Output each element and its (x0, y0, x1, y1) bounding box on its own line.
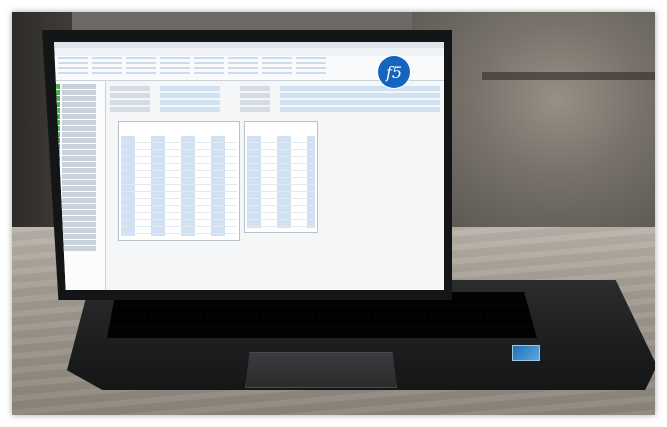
tree-item (56, 144, 103, 149)
tree-item (56, 192, 103, 197)
tree-item (56, 216, 103, 221)
tree-item (56, 120, 103, 125)
laptop-trackpad (245, 352, 397, 388)
tree-item (56, 156, 103, 161)
tree-item (56, 198, 103, 203)
form-row (110, 100, 440, 105)
tree-item (56, 102, 103, 107)
laptop-photo: f5 (12, 12, 655, 415)
tree-item (56, 228, 103, 233)
logo-text: f5 (385, 62, 403, 82)
ribbon-group (194, 57, 224, 77)
ribbon-group (262, 57, 292, 77)
tree-item (56, 180, 103, 185)
tree-item (56, 132, 103, 137)
data-grid (121, 136, 237, 236)
tree-item (56, 108, 103, 113)
data-grid-panel (244, 121, 318, 233)
ribbon-group (58, 57, 88, 77)
ribbon-group (160, 57, 190, 77)
tree-item (56, 204, 103, 209)
app-menu-tabs (54, 48, 444, 56)
ribbon-group (296, 57, 326, 77)
tree-item (56, 222, 103, 227)
form-row (110, 93, 440, 98)
data-grid-panel (118, 121, 240, 241)
tree-item (56, 150, 103, 155)
tree-item (56, 90, 103, 95)
ribbon-group (126, 57, 156, 77)
tree-item (56, 174, 103, 179)
form-row (110, 107, 440, 112)
tree-item (56, 114, 103, 119)
tree-item (56, 186, 103, 191)
tree-item (56, 84, 103, 89)
app-main-pane (106, 81, 444, 290)
tree-item (56, 168, 103, 173)
tree-item (56, 96, 103, 101)
tree-item (56, 138, 103, 143)
tree-item (56, 162, 103, 167)
photo-frame: f5 (0, 0, 667, 427)
shelf (482, 72, 655, 80)
tree-item (56, 126, 103, 131)
laptop-sticker (512, 345, 540, 361)
ribbon-group (228, 57, 258, 77)
data-grid (247, 136, 315, 228)
ribbon-group (92, 57, 122, 77)
app-body (54, 81, 444, 290)
f5-logo: f5 (378, 56, 410, 88)
tree-item (56, 210, 103, 215)
